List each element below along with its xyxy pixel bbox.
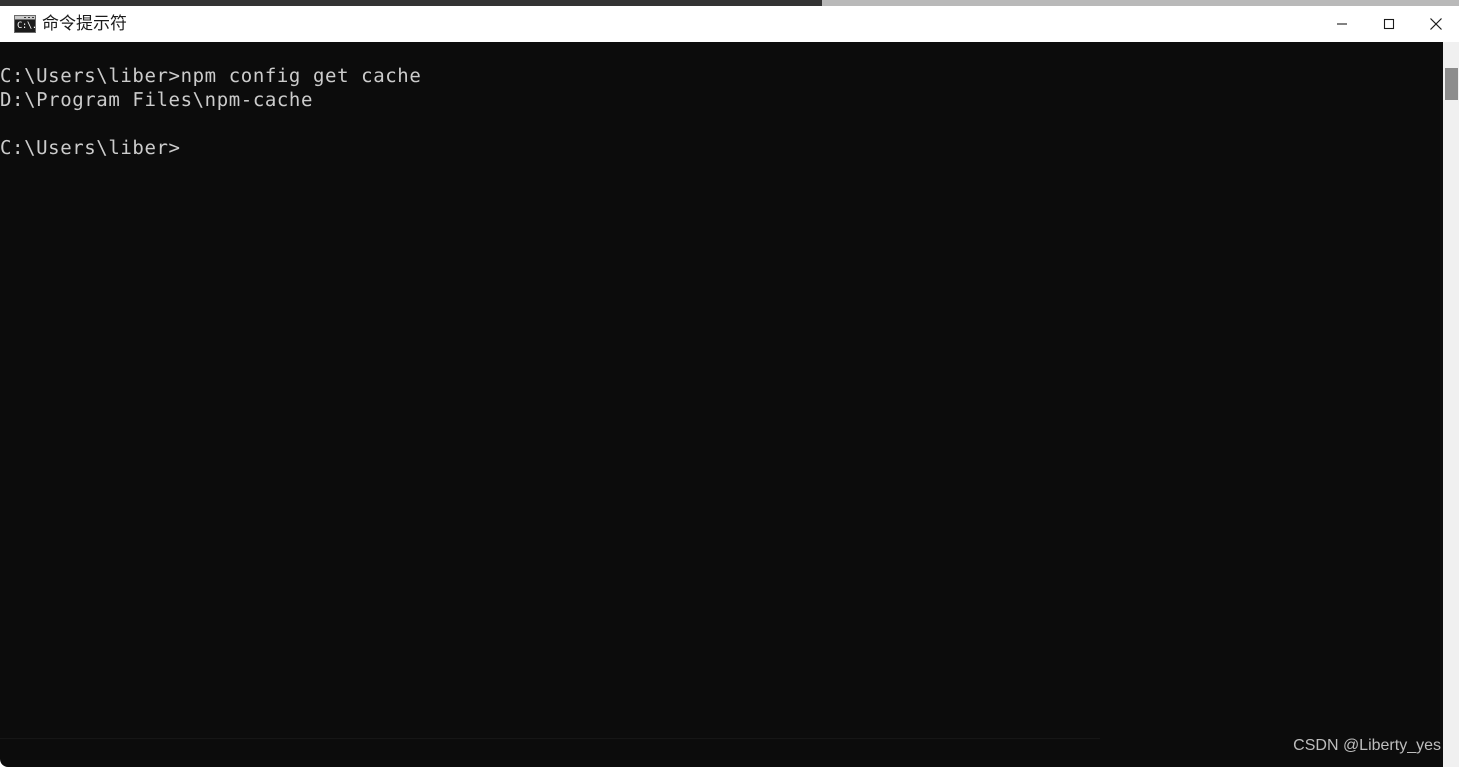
close-icon — [1429, 18, 1442, 30]
window-title: 命令提示符 — [42, 14, 127, 34]
console-text: C:\Users\liber>npm config get cache D:\P… — [0, 65, 422, 159]
maximize-icon — [1383, 18, 1394, 30]
console-icon: C:\. — [14, 15, 36, 33]
window-titlebar[interactable]: C:\. 命令提示符 — [0, 6, 1459, 42]
console-icon-caption — [15, 16, 35, 20]
scrollbar-thumb[interactable] — [1445, 68, 1458, 100]
console-output-area[interactable]: C:\Users\liber>npm config get cache D:\P… — [0, 42, 1443, 767]
window-caption-buttons — [1318, 6, 1459, 42]
maximize-button[interactable] — [1365, 6, 1412, 42]
minimize-button[interactable] — [1318, 6, 1365, 42]
vertical-scrollbar[interactable] — [1443, 42, 1459, 767]
minimize-icon — [1336, 23, 1347, 25]
console-icon-prompt-text: C:\. — [17, 21, 36, 31]
screen: C:\. 命令提示符 C:\Users\liber>npm config get… — [0, 0, 1459, 767]
console-seam — [0, 738, 1100, 739]
command-prompt-window: C:\. 命令提示符 C:\Users\liber>npm config get… — [0, 6, 1459, 767]
watermark: CSDN @Liberty_yes — [1293, 737, 1441, 754]
close-button[interactable] — [1412, 6, 1459, 42]
